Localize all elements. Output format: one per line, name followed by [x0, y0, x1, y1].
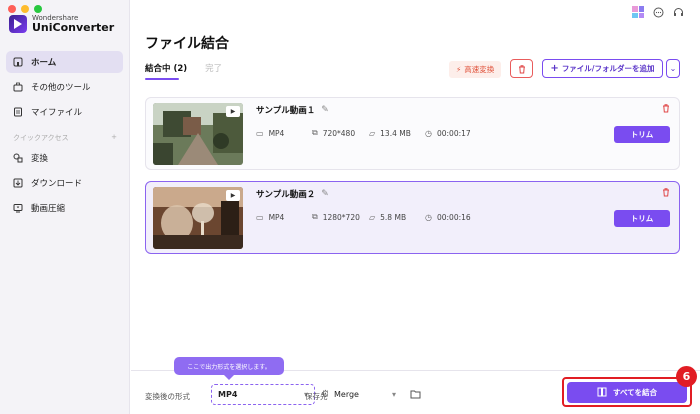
lightning-icon: ⚡: [456, 65, 462, 74]
file-title-row: サンプル動画１ ✎: [256, 104, 329, 116]
add-files-dropdown[interactable]: ⌄: [666, 59, 680, 78]
resolution-meta: ⧉ 720*480: [312, 128, 356, 138]
sidebar-item-compress[interactable]: 動画圧縮: [6, 197, 123, 219]
convert-icon: [13, 153, 23, 163]
resolution-meta: ⧉ 1280*720: [312, 212, 360, 222]
merge-tabs: 結合中 (2) 完了: [145, 62, 222, 80]
fast-convert-button[interactable]: ⚡ 高速変換: [449, 61, 502, 78]
folder-icon: ▱: [369, 212, 376, 222]
sidebar-item-other-tools[interactable]: その他のツール: [6, 76, 123, 98]
quick-access-header: クイックアクセス +: [13, 133, 117, 143]
video-play-icon: ▶: [226, 190, 240, 201]
clock-icon: ◷: [425, 212, 432, 222]
maximize-window-button[interactable]: [34, 5, 42, 13]
file-meta: ▭ MP4 ⧉ 720*480 ▱ 13.4 MB ◷ 00:00:17: [256, 128, 471, 138]
trim-button[interactable]: トリム: [614, 126, 670, 143]
sidebar-item-download[interactable]: ダウンロード: [6, 172, 123, 194]
download-icon: [13, 178, 23, 188]
home-icon: [13, 57, 23, 67]
folder-icon: ▱: [369, 128, 376, 138]
file-title: サンプル動画１: [256, 106, 316, 116]
minimize-window-button[interactable]: [21, 5, 29, 13]
resolution-icon: ⧉: [312, 128, 318, 137]
sidebar-item-label: ダウンロード: [31, 179, 83, 189]
uniconverter-logo-icon: [9, 15, 27, 33]
product-name: UniConverter: [32, 21, 115, 34]
sidebar-item-label: 動画圧縮: [31, 204, 66, 214]
edit-icon[interactable]: ✎: [321, 189, 329, 199]
size-meta: ▱ 13.4 MB: [369, 128, 411, 138]
size-meta: ▱ 5.8 MB: [369, 212, 407, 222]
file-meta: ▭ MP4 ⧉ 1280*720 ▱ 5.8 MB ◷ 00:00:16: [256, 212, 471, 222]
trash-icon[interactable]: [661, 187, 671, 200]
format-tooltip: ここで出力形式を選択します。: [174, 357, 284, 380]
video-camera-icon: ▭: [256, 128, 264, 138]
file-title: サンプル動画２: [256, 190, 316, 200]
video-thumbnail: ▶: [153, 103, 243, 165]
video-thumbnail: ▶: [153, 187, 243, 249]
format-meta: ▭ MP4: [256, 128, 285, 138]
add-files-label: ファイル/フォルダーを追加: [561, 64, 655, 73]
destination-label: 保存先: [305, 392, 328, 401]
delete-all-button[interactable]: [510, 59, 533, 78]
chat-icon[interactable]: [652, 6, 664, 18]
add-quick-access-icon[interactable]: +: [111, 133, 117, 143]
fast-convert-label: 高速変換: [464, 65, 495, 74]
merge-all-label: すべてを結合: [612, 387, 658, 397]
top-right-toolbar: [632, 6, 684, 18]
merge-all-button[interactable]: すべてを結合: [567, 381, 687, 403]
compress-icon: [13, 203, 23, 213]
file-card[interactable]: ▶ サンプル動画１ ✎ ▭ MP4 ⧉ 720*480 ▱ 13.4 MB ◷ 00:0…: [145, 97, 680, 170]
chevron-down-icon: ▾: [391, 390, 396, 399]
sidebar: Wondershare UniConverter ホーム その他のツール マイフ…: [0, 0, 130, 414]
duration-meta: ◷ 00:00:17: [425, 128, 471, 138]
headset-icon[interactable]: [672, 6, 684, 18]
format-meta: ▭ MP4: [256, 212, 285, 222]
close-window-button[interactable]: [8, 5, 16, 13]
file-card[interactable]: ▶ サンプル動画２ ✎ ▭ MP4 ⧉ 1280*720 ▱ 5.8 MB ◷ 00:0…: [145, 181, 680, 254]
edit-icon[interactable]: ✎: [321, 105, 329, 115]
merge-all-highlight: すべてを結合: [562, 377, 692, 407]
file-icon: [13, 107, 23, 117]
add-files-button[interactable]: + ファイル/フォルダーを追加: [542, 59, 663, 78]
sidebar-item-label: マイファイル: [31, 108, 83, 118]
quick-access-nav: 変換 ダウンロード 動画圧縮: [6, 147, 123, 222]
merge-icon: [597, 387, 607, 397]
trash-icon: [518, 64, 525, 73]
sidebar-item-convert[interactable]: 変換: [6, 147, 123, 169]
trim-button[interactable]: トリム: [614, 210, 670, 227]
file-title-row: サンプル動画２ ✎: [256, 188, 329, 200]
app-window: Wondershare UniConverter ホーム その他のツール マイフ…: [0, 0, 700, 414]
video-play-icon: ▶: [226, 106, 240, 117]
output-format-label: 変換後の形式: [145, 392, 190, 401]
main-panel: ファイル結合 結合中 (2) 完了 ⚡ 高速変換 + ファイル/フォルダーを追加…: [131, 0, 700, 414]
sidebar-item-home[interactable]: ホーム: [6, 51, 123, 73]
clock-icon: ◷: [425, 128, 432, 138]
plus-icon: +: [550, 63, 559, 74]
duration-meta: ◷ 00:00:16: [425, 212, 471, 222]
page-title: ファイル結合: [145, 36, 229, 52]
sidebar-item-label: 変換: [31, 154, 49, 164]
destination-select[interactable]: Merge ▾: [328, 386, 402, 403]
sidebar-item-label: ホーム: [31, 58, 57, 68]
quick-access-label: クイックアクセス: [13, 134, 69, 142]
trash-icon[interactable]: [661, 103, 671, 116]
open-folder-icon[interactable]: [410, 389, 421, 402]
app-logo: Wondershare UniConverter: [9, 14, 114, 34]
resolution-icon: ⧉: [312, 212, 318, 221]
video-camera-icon: ▭: [256, 212, 264, 222]
sidebar-item-label: その他のツール: [31, 83, 91, 93]
sidebar-nav: ホーム その他のツール マイファイル: [6, 51, 123, 126]
step-number-badge: 6: [676, 366, 697, 387]
output-format-value: MP4: [218, 390, 238, 399]
tab-merging[interactable]: 結合中 (2): [145, 62, 187, 80]
toolbox-icon: [13, 82, 23, 92]
tab-completed[interactable]: 完了: [205, 62, 222, 74]
output-format-select[interactable]: MP4 ▾: [211, 384, 315, 405]
chevron-down-icon: ⌄: [669, 64, 677, 73]
sidebar-item-my-files[interactable]: マイファイル: [6, 101, 123, 123]
destination-value: Merge: [334, 390, 359, 399]
window-controls: [8, 5, 42, 13]
account-avatar-icon[interactable]: [632, 6, 644, 18]
